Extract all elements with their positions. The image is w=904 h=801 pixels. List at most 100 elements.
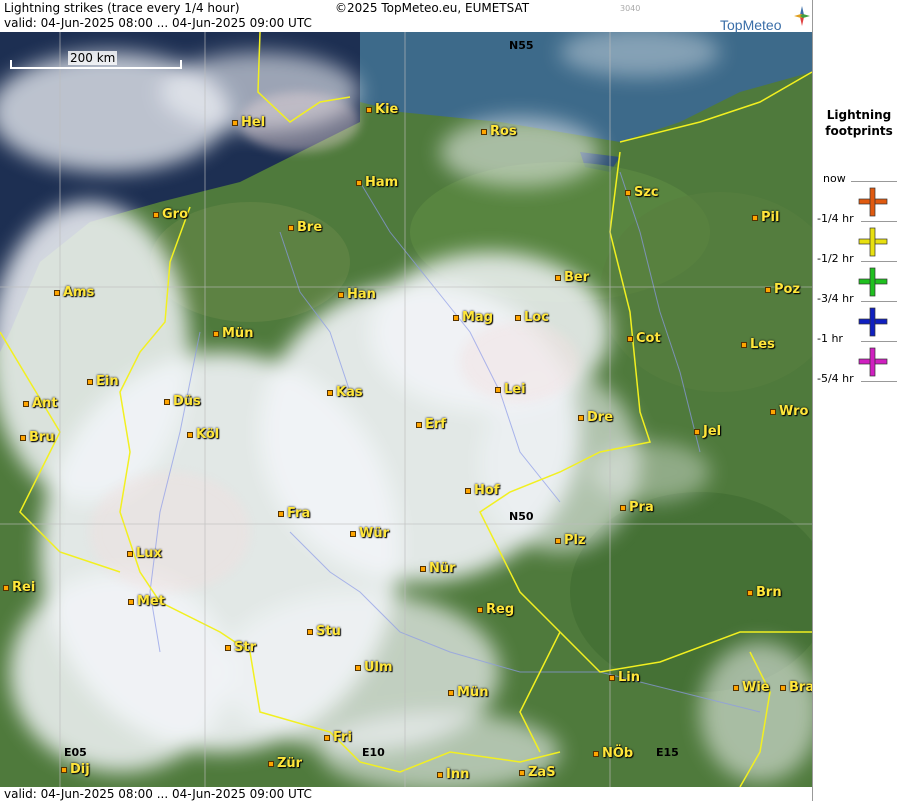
city-name: NÖb <box>602 746 634 761</box>
city-marker-icon <box>324 734 330 741</box>
grid-label: E05 <box>64 746 87 759</box>
city-name: Kas <box>336 385 363 400</box>
city-marker-icon <box>453 314 459 321</box>
city-name: Ros <box>490 124 517 139</box>
city-label: NÖb <box>593 746 633 761</box>
copyright: ©2025 TopMeteo.eu, EUMETSAT <box>335 1 530 15</box>
city-label: Met <box>128 594 165 609</box>
city-label: Wie <box>733 680 770 695</box>
city-marker-icon <box>495 386 501 393</box>
valid-time: valid: 04-Jun-2025 08:00 ... 04-Jun-2025… <box>4 16 312 30</box>
city-marker-icon <box>23 400 29 407</box>
legend-item: now <box>813 172 904 217</box>
city-label: Kas <box>327 385 363 400</box>
city-name: Ber <box>564 270 590 285</box>
legend-divider <box>861 301 897 302</box>
city-name: Lin <box>618 670 640 685</box>
legend-item: -1 hr <box>813 332 904 377</box>
city-marker-icon <box>752 214 758 221</box>
city-name: ZaS <box>528 765 556 780</box>
city-label: Gro <box>153 207 188 222</box>
city-marker-icon <box>213 330 219 337</box>
city-name: Cot <box>636 331 661 346</box>
city-name: Ulm <box>364 660 393 675</box>
city-name: Wür <box>359 526 390 541</box>
legend-panel: Lightning footprints now -1/4 hr -1/2 hr -3… <box>812 0 904 801</box>
city-label: Loc <box>515 310 549 325</box>
legend-item-label: -1 hr <box>817 332 843 345</box>
city-label: Lin <box>609 670 640 685</box>
city-name: Plz <box>564 533 586 548</box>
city-name: Hel <box>241 115 266 130</box>
city-label: Ham <box>356 175 398 190</box>
legend-item-label: -3/4 hr <box>817 292 854 305</box>
city-name: Kie <box>375 102 399 117</box>
city-label: Fra <box>278 506 310 521</box>
legend-item-label: -1/4 hr <box>817 212 854 225</box>
city-marker-icon <box>164 398 170 405</box>
city-label: ZaS <box>519 765 556 780</box>
city-label: Pil <box>752 210 779 225</box>
city-marker-icon <box>625 189 631 196</box>
city-marker-icon <box>620 504 626 511</box>
city-name: Ams <box>63 285 95 300</box>
city-label: Plz <box>555 533 586 548</box>
city-marker-icon <box>609 674 615 681</box>
city-label: Ber <box>555 270 589 285</box>
map-header: Lightning strikes (trace every 1/4 hour)… <box>0 0 812 33</box>
satellite-map[interactable]: 200 km N55 N50 E05 E10 E15 Kie Hel Ros Ham S… <box>0 32 812 787</box>
city-name: Mün <box>457 685 489 700</box>
city-label: Wro <box>770 404 808 419</box>
city-label: Mün <box>213 326 253 341</box>
city-marker-icon <box>578 414 584 421</box>
map-code: 3040 <box>620 4 641 13</box>
city-marker-icon <box>128 598 134 605</box>
city-name: Bre <box>297 220 323 235</box>
city-label: Cot <box>627 331 661 346</box>
footer-valid-time: valid: 04-Jun-2025 08:00 ... 04-Jun-2025… <box>4 787 312 801</box>
city-name: Bra <box>789 680 812 695</box>
city-name: Inn <box>446 767 470 782</box>
city-marker-icon <box>765 286 771 293</box>
grid-label: N55 <box>509 39 534 52</box>
city-marker-icon <box>3 584 9 591</box>
city-name: Jel <box>703 424 722 439</box>
city-label: Wür <box>350 526 389 541</box>
legend-item-label: -5/4 hr <box>817 372 854 385</box>
map-background <box>0 32 812 787</box>
city-marker-icon <box>741 341 747 348</box>
city-name: Fra <box>287 506 311 521</box>
city-name: Str <box>234 640 256 655</box>
city-marker-icon <box>593 750 599 757</box>
city-marker-icon <box>225 644 231 651</box>
city-marker-icon <box>747 589 753 596</box>
city-marker-icon <box>694 428 700 435</box>
city-name: Zür <box>277 756 303 771</box>
scale-label: 200 km <box>68 51 118 65</box>
legend-title-line1: Lightning <box>826 108 892 122</box>
city-name: Düs <box>173 394 201 409</box>
city-name: Lei <box>504 382 526 397</box>
city-label: Mün <box>448 685 488 700</box>
city-marker-icon <box>288 224 294 231</box>
city-marker-icon <box>519 769 525 776</box>
city-label: Str <box>225 640 256 655</box>
city-name: Wro <box>779 404 809 419</box>
city-name: Pil <box>761 210 780 225</box>
city-marker-icon <box>355 664 361 671</box>
city-label: Ant <box>23 396 58 411</box>
legend-item: -1/2 hr <box>813 252 904 297</box>
city-marker-icon <box>20 434 26 441</box>
city-name: Ham <box>365 175 399 190</box>
city-marker-icon <box>627 335 633 342</box>
city-marker-icon <box>515 314 521 321</box>
city-label: Lux <box>127 546 162 561</box>
city-label: Inn <box>437 767 469 782</box>
city-label: Ein <box>87 374 119 389</box>
legend-item-label: -1/2 hr <box>817 252 854 265</box>
city-marker-icon <box>307 628 313 635</box>
city-label: Bra <box>780 680 812 695</box>
city-label: Dre <box>578 410 613 425</box>
topmeteo-logo[interactable]: TopMeteo <box>720 6 810 33</box>
legend-divider <box>851 181 897 182</box>
